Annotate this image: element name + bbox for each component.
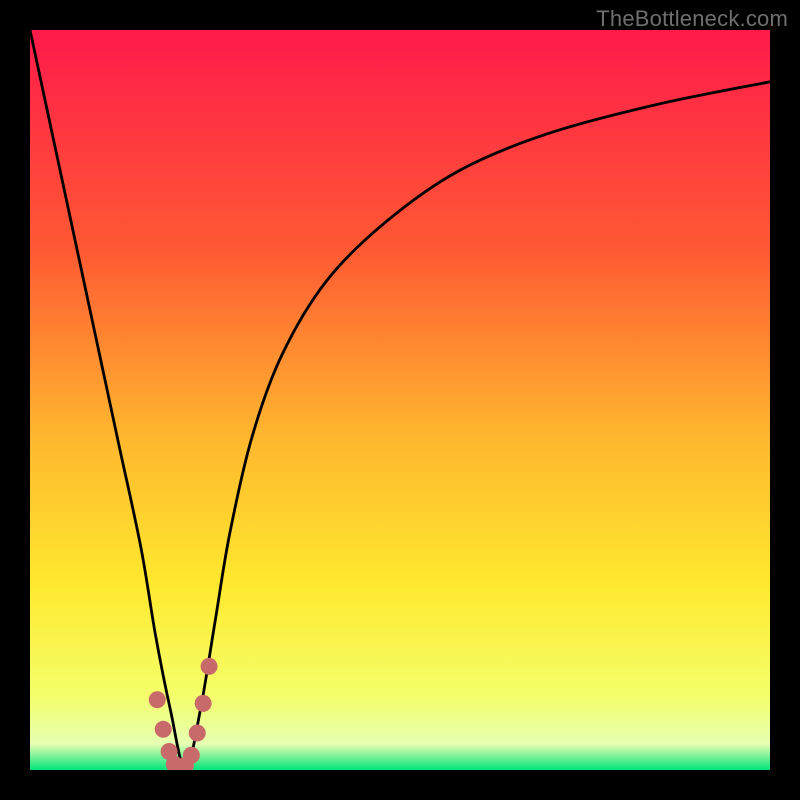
highlight-dot — [189, 725, 206, 742]
outer-frame: TheBottleneck.com — [0, 0, 800, 800]
watermark-text: TheBottleneck.com — [596, 6, 788, 32]
highlight-dot — [183, 747, 200, 764]
highlight-dot — [155, 721, 172, 738]
plot-area — [30, 30, 770, 770]
highlight-dot — [149, 691, 166, 708]
highlight-dot — [201, 658, 218, 675]
highlight-dot — [195, 695, 212, 712]
chart-svg — [30, 30, 770, 770]
gradient-background — [30, 30, 770, 770]
